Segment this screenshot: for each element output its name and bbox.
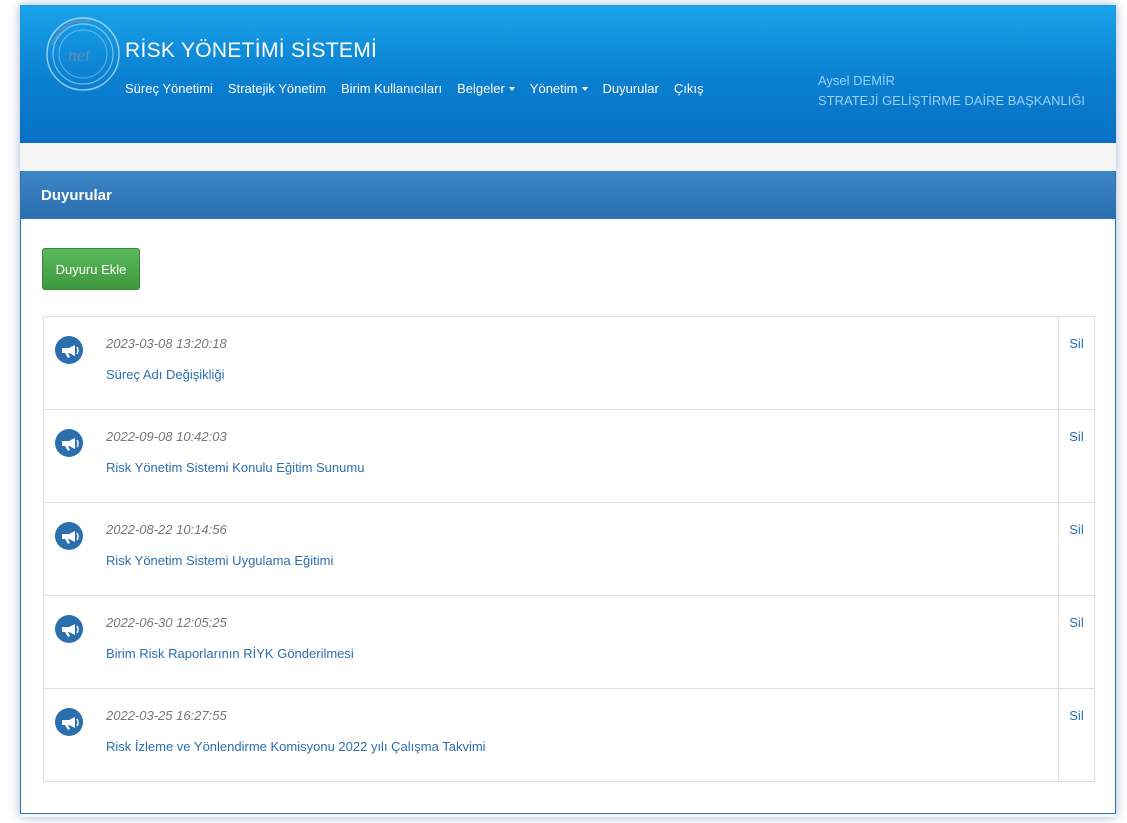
nav-label: Duyurular [602,81,659,96]
logo[interactable]: net [44,15,122,93]
announcement-date: 2022-06-30 12:05:25 [106,615,227,630]
nav-belgeler-dropdown[interactable]: Belgeler [457,81,515,96]
main-nav: Süreç Yönetimi Stratejik Yönetim Birim K… [125,81,718,96]
app-header: net RİSK YÖNETİMİ SİSTEMİ Süreç Yönetimi… [20,5,1116,143]
logo-circle-icon: net [46,17,120,91]
nav-cikis[interactable]: Çıkış [674,81,704,96]
megaphone-icon [55,522,83,550]
list-item: 2022-08-22 10:14:56 Risk Yönetim Sistemi… [44,503,1094,596]
megaphone-icon [55,615,83,643]
app-window: net RİSK YÖNETİMİ SİSTEMİ Süreç Yönetimi… [20,5,1116,817]
list-item: 2022-09-08 10:42:03 Risk Yönetim Sistemi… [44,410,1094,503]
announcement-title-link[interactable]: Süreç Adı Değişikliği [106,367,225,382]
announcement-date: 2023-03-08 13:20:18 [106,336,227,351]
nav-duyurular[interactable]: Duyurular [603,81,659,96]
user-name: Aysel DEMİR [818,73,896,88]
list-item: 2023-03-08 13:20:18 Süreç Adı Değişikliğ… [44,317,1094,410]
announcement-title-link[interactable]: Birim Risk Raporlarının RİYK Gönderilmes… [106,646,354,661]
announcements-panel: Duyurular Duyuru Ekle 2023-03-08 13:20:1… [20,171,1116,814]
caret-down-icon [508,86,515,91]
delete-link[interactable]: Sil [1058,503,1094,595]
delete-link[interactable]: Sil [1058,596,1094,688]
nav-birim-kullanicilari[interactable]: Birim Kullanıcıları [341,81,442,96]
panel-title: Duyurular [21,171,1115,219]
nav-label: Çıkış [673,81,704,96]
announcement-date: 2022-09-08 10:42:03 [106,429,227,444]
nav-label: Belgeler [457,81,505,96]
nav-label: Stratejik Yönetim [227,81,326,96]
user-department: STRATEJİ GELİŞTİRME DAİRE BAŞKANLIĞI [818,93,1086,108]
nav-yonetim-dropdown[interactable]: Yönetim [530,81,588,96]
logo-text: net [68,45,91,65]
list-item: 2022-03-25 16:27:55 Risk İzleme ve Yönle… [44,689,1094,781]
nav-stratejik-yonetim[interactable]: Stratejik Yönetim [228,81,326,96]
add-announcement-button[interactable]: Duyuru Ekle [42,248,140,290]
megaphone-icon [55,336,83,364]
announcement-title-link[interactable]: Risk İzleme ve Yönlendirme Komisyonu 202… [106,739,486,754]
app-title[interactable]: RİSK YÖNETİMİ SİSTEMİ [125,39,377,63]
list-item: 2022-06-30 12:05:25 Birim Risk Raporları… [44,596,1094,689]
announcement-list: 2023-03-08 13:20:18 Süreç Adı Değişikliğ… [43,316,1095,782]
delete-link[interactable]: Sil [1058,317,1094,409]
nav-surec-yonetimi[interactable]: Süreç Yönetimi [125,81,213,96]
caret-down-icon [581,86,588,91]
megaphone-icon [55,429,83,457]
announcement-date: 2022-08-22 10:14:56 [106,522,227,537]
announcement-title-link[interactable]: Risk Yönetim Sistemi Uygulama Eğitimi [106,553,333,568]
announcement-title-link[interactable]: Risk Yönetim Sistemi Konulu Eğitim Sunum… [106,460,364,475]
announcement-date: 2022-03-25 16:27:55 [106,708,227,723]
delete-link[interactable]: Sil [1058,689,1094,781]
nav-label: Birim Kullanıcıları [340,81,443,96]
user-info: Aysel DEMİR STRATEJİ GELİŞTİRME DAİRE BA… [818,71,1085,111]
megaphone-icon [55,708,83,736]
delete-link[interactable]: Sil [1058,410,1094,502]
nav-label: Süreç Yönetimi [125,81,213,96]
nav-label: Yönetim [529,81,578,96]
